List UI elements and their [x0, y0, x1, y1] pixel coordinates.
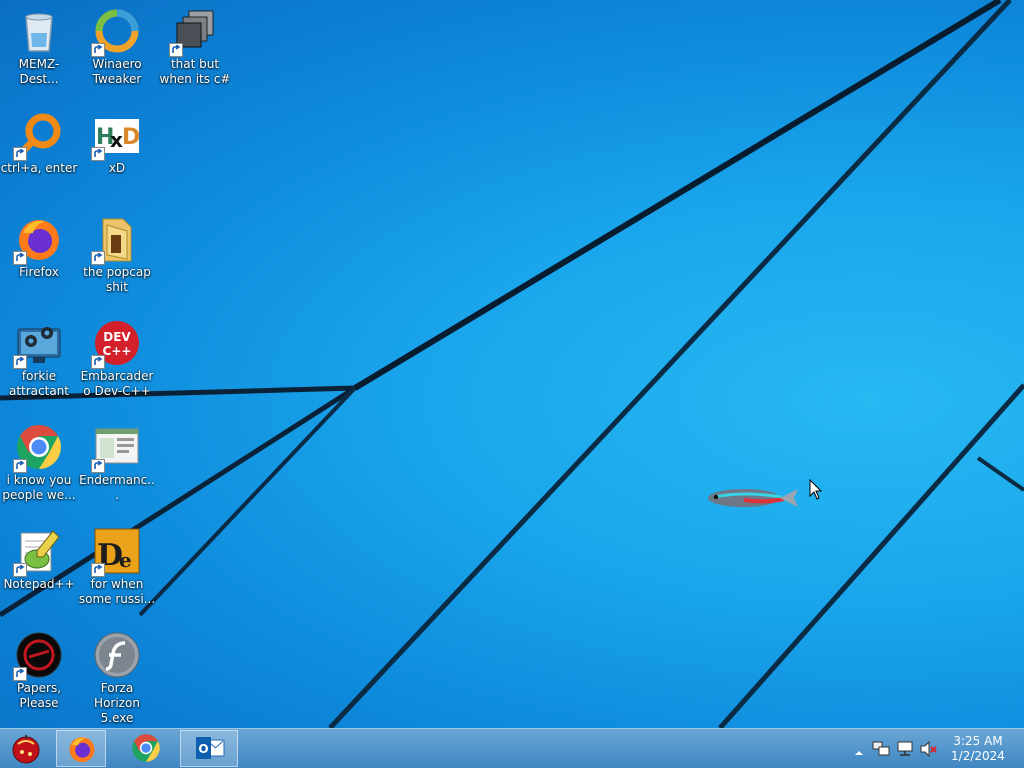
- desktop-icon-chrome[interactable]: i know you people we...: [0, 418, 78, 518]
- desktop-icon-label: Endermanc...: [79, 473, 155, 502]
- shortcut-arrow-icon: [13, 147, 27, 161]
- desktop-icon-label: xD: [108, 161, 126, 175]
- shortcut-arrow-icon: [13, 459, 27, 473]
- desktop-icon-label: the popcap shit: [83, 265, 151, 294]
- desktop-icon-winaero-tweaker[interactable]: Winaero Tweaker: [78, 2, 156, 102]
- network-icon[interactable]: [872, 741, 890, 757]
- notepadpp-icon: [13, 527, 63, 577]
- shortcut-arrow-icon: [13, 251, 27, 265]
- desktop-icon-xd[interactable]: H x D xD: [78, 106, 156, 206]
- desktop-icon-forza-horizon-5[interactable]: Forza Horizon 5.exe: [78, 626, 156, 726]
- firefox-icon: [13, 215, 63, 265]
- chrome-icon: [13, 423, 63, 473]
- desktop-icon-for-when-some-russi[interactable]: D e for when some russi...: [78, 522, 156, 622]
- shortcut-arrow-icon: [91, 459, 105, 473]
- desktop[interactable]: MEMZ-Dest... Winaero Tweaker that but wh…: [0, 0, 1024, 728]
- desktop-icon-label: ctrl+a, enter: [0, 161, 78, 175]
- svg-text:O: O: [198, 742, 208, 756]
- start-button[interactable]: [4, 730, 48, 767]
- desktop-icon-label: Forza Horizon 5.exe: [94, 681, 140, 725]
- shortcut-arrow-icon: [91, 43, 105, 57]
- desktop-icon-endermanch[interactable]: Endermanc...: [78, 418, 156, 518]
- start-orb-icon: [12, 735, 40, 764]
- shortcut-arrow-icon: [169, 43, 183, 57]
- show-hidden-icons-chevron-icon[interactable]: [854, 743, 864, 755]
- flash-icon: [93, 631, 141, 679]
- taskbar-chrome-button[interactable]: [118, 730, 174, 767]
- desktop-icon-the-popcap-shit[interactable]: the popcap shit: [78, 210, 156, 310]
- computer-settings-icon: [13, 319, 63, 369]
- shortcut-arrow-icon: [91, 251, 105, 265]
- shortcut-arrow-icon: [13, 563, 27, 577]
- desktop-icon-label: that but when its c#: [159, 57, 231, 86]
- taskbar-firefox-button[interactable]: [56, 730, 106, 767]
- stacked-windows-icon: [169, 7, 219, 57]
- de-icon: D e: [91, 527, 141, 577]
- svg-text:DEV: DEV: [103, 330, 131, 344]
- desktop-icon-notepadpp[interactable]: Notepad++: [0, 522, 78, 622]
- orange-ring-icon: [13, 111, 63, 161]
- clock-date: 1/2/2024: [951, 749, 1005, 763]
- desktop-icon-label: Firefox: [19, 265, 59, 279]
- svg-text:D: D: [122, 125, 140, 150]
- taskbar-outlook-button[interactable]: O: [180, 730, 238, 767]
- desktop-icon-forkie-attractant[interactable]: forkie attractant: [0, 314, 78, 414]
- desktop-icon-label: for when some russi...: [78, 577, 156, 606]
- desktop-icon-that-but-when-its-csharp[interactable]: that but when its c#: [156, 2, 234, 102]
- chrome-icon: [132, 734, 160, 762]
- desktop-icon-label: forkie attractant: [8, 369, 70, 398]
- desktop-icon-embarcadero-devcpp[interactable]: DEV C++ Embarcadero Dev-C++: [78, 314, 156, 414]
- window-app-icon: [91, 423, 141, 473]
- winaero-tweaker-icon: [91, 7, 141, 57]
- shortcut-arrow-icon: [13, 667, 27, 681]
- volume-muted-icon[interactable]: [920, 740, 938, 758]
- folder-icon: [91, 215, 141, 265]
- papers-please-icon: [13, 631, 63, 681]
- desktop-icon-label: Embarcadero Dev-C++: [80, 369, 154, 398]
- shortcut-arrow-icon: [91, 355, 105, 369]
- clock[interactable]: 3:25 AM 1/2/2024: [948, 734, 1008, 764]
- desktop-icon-papers-please[interactable]: Papers, Please: [0, 626, 78, 726]
- shortcut-arrow-icon: [91, 563, 105, 577]
- outlook-icon: O: [196, 737, 225, 759]
- desktop-icon-label: MEMZ-Dest...: [18, 57, 60, 86]
- svg-text:C++: C++: [103, 344, 132, 358]
- wired-network-icon[interactable]: [896, 741, 914, 757]
- desktop-icon-label: Notepad++: [3, 577, 75, 591]
- desktop-icon-ctrl-a-enter[interactable]: ctrl+a, enter: [0, 106, 78, 206]
- firefox-icon: [69, 737, 95, 763]
- shortcut-arrow-icon: [13, 355, 27, 369]
- mouse-cursor-icon: [809, 479, 823, 500]
- desktop-icon-firefox[interactable]: Firefox: [0, 210, 78, 310]
- recycle-bin-icon: [15, 7, 63, 55]
- hxd-icon: H x D: [91, 111, 141, 161]
- shortcut-arrow-icon: [91, 147, 105, 161]
- clock-time: 3:25 AM: [953, 734, 1003, 748]
- desktop-icon-label: Papers, Please: [16, 681, 62, 710]
- taskbar: O 3:25 AM 1/2/2024: [0, 728, 1024, 768]
- desktop-icon-label: Winaero Tweaker: [92, 57, 142, 86]
- desktop-icon-memz[interactable]: MEMZ-Dest...: [0, 2, 78, 102]
- desktop-icon-label: i know you people we...: [2, 473, 76, 502]
- devcpp-icon: DEV C++: [91, 319, 141, 369]
- fish-icon: [708, 489, 798, 507]
- svg-text:e: e: [119, 548, 132, 572]
